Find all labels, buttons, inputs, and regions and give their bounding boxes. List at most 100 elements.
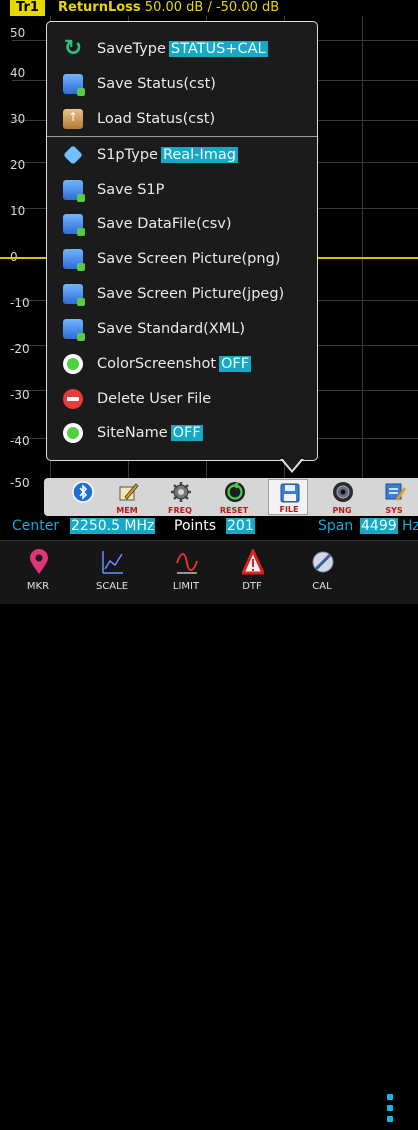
y-tick-label: -40: [10, 434, 30, 448]
scale-label: 50.00 dB / -50.00 dB: [144, 0, 280, 15]
points-label: Points: [174, 518, 217, 534]
nav-dtf-button[interactable]: DTF: [222, 545, 282, 601]
toolbar-label: PNG: [332, 506, 352, 515]
menu-item-sitename[interactable]: SiteName OFF: [47, 416, 317, 450]
menu-item-save-datafile[interactable]: Save DataFile(csv): [47, 207, 317, 241]
scale-icon: [102, 551, 123, 574]
menu-item-label: Save Screen Picture(png): [97, 251, 281, 267]
file-menu-popup: ↻ SaveTypeSTATUS+CAL Save Status(cst) Lo…: [46, 21, 318, 461]
sweep-info-bar: Center 2250.5 MHz Points 201 Span 4499 H…: [0, 516, 418, 538]
grid-line-v: [362, 16, 363, 494]
nav-label: CAL: [312, 581, 332, 592]
y-tick-label: 40: [10, 66, 26, 80]
span-unit: Hz: [402, 518, 418, 534]
menu-pointer-arrow-inner: [282, 458, 302, 470]
nav-limit-button[interactable]: LIMIT: [156, 545, 216, 601]
menu-item-load-status[interactable]: Load Status(cst): [47, 102, 317, 136]
warning-icon: [242, 549, 264, 575]
y-tick-label: 30: [10, 112, 26, 126]
toolbar-label: MEM: [116, 506, 138, 515]
menu-separator: [47, 136, 317, 137]
toolbar-png-button[interactable]: PNG: [322, 479, 362, 515]
menu-item-label: S1pType: [97, 147, 158, 163]
trace-title: ReturnLoss 50.00 dB / -50.00 dB: [58, 0, 279, 16]
pen-icon: [119, 483, 139, 501]
toolbar-sys-button[interactable]: SYS: [374, 479, 414, 515]
span-value[interactable]: 4499: [360, 518, 398, 534]
load-box-icon: [63, 109, 83, 129]
y-tick-label: 10: [10, 204, 26, 218]
sync-icon: ↻: [63, 36, 83, 61]
save-disk-icon: [63, 319, 85, 341]
trace-tag[interactable]: Tr1: [10, 0, 45, 16]
menu-item-label: Delete User File: [97, 391, 212, 407]
nav-cal-button[interactable]: CAL: [292, 545, 352, 601]
menu-item-delete-user-file[interactable]: Delete User File: [47, 382, 317, 416]
nav-label: SCALE: [95, 581, 129, 592]
save-disk-icon: [63, 249, 85, 271]
y-tick-label: -50: [10, 476, 30, 490]
toolbar-label: SYS: [385, 506, 403, 515]
bottom-navigation: MKR SCALE LIMIT DTF CAL: [0, 540, 418, 1122]
gear-icon: [171, 482, 191, 502]
cal-icon: [312, 551, 334, 573]
toolbar-label: RESET: [219, 506, 249, 515]
center-label: Center: [12, 518, 60, 534]
span-label: Span: [318, 518, 354, 534]
green-toggle-icon: [63, 423, 83, 443]
marker-pin-icon: [30, 549, 48, 574]
toolbar-mem-button[interactable]: MEM: [107, 479, 147, 515]
menu-item-save-png[interactable]: Save Screen Picture(png): [47, 242, 317, 276]
nav-mkr-button[interactable]: MKR: [8, 545, 68, 601]
nav-label: MKR: [26, 581, 50, 592]
save-disk-icon: [63, 284, 85, 306]
menu-item-label: Load Status(cst): [97, 111, 216, 127]
menu-item-label: Save Standard(XML): [97, 321, 246, 337]
center-value[interactable]: 2250.5 MHz: [70, 518, 156, 534]
y-tick-label: -10: [10, 296, 30, 310]
nav-label: DTF: [242, 581, 262, 592]
limit-icon: [176, 553, 198, 574]
y-tick-label: -30: [10, 388, 30, 402]
measurement-label: ReturnLoss: [58, 0, 141, 15]
menu-item-label: ColorScreenshot: [97, 356, 217, 372]
nav-label: LIMIT: [172, 581, 200, 592]
y-tick-label: -20: [10, 342, 30, 356]
menu-item-label: Save Status(cst): [97, 76, 216, 92]
menu-item-save-s1p[interactable]: Save S1P: [47, 173, 317, 207]
reset-icon: [225, 482, 245, 502]
menu-item-savetype[interactable]: ↻ SaveType STATUS+CAL: [47, 32, 317, 66]
menu-item-label: SiteName: [97, 425, 168, 441]
diamond-icon: [63, 145, 83, 165]
menu-item-label: Save DataFile(csv): [97, 216, 232, 232]
toolbar-freq-button[interactable]: FREQ: [160, 479, 200, 515]
menu-item-label: Save S1P: [97, 182, 165, 198]
toolbar-bluetooth-button[interactable]: [62, 479, 102, 515]
toolbar-reset-button[interactable]: RESET: [214, 479, 254, 515]
more-options-icon[interactable]: [387, 1094, 393, 1130]
save-disk-icon: [63, 180, 85, 202]
file-floppy-icon: [280, 483, 300, 503]
trace-title-bar: Tr1 ReturnLoss 50.00 dB / -50.00 dB: [0, 0, 418, 16]
menu-item-save-status[interactable]: Save Status(cst): [47, 67, 317, 101]
camera-icon: [333, 482, 353, 502]
menu-item-color-screenshot[interactable]: ColorScreenshot OFF: [47, 347, 317, 381]
menu-item-label: SaveType: [97, 41, 166, 57]
bluetooth-icon: [72, 481, 94, 503]
points-value[interactable]: 201: [226, 518, 255, 534]
menu-item-label: Save Screen Picture(jpeg): [97, 286, 285, 302]
y-tick-label: 50: [10, 26, 26, 40]
settings-icon: [385, 483, 406, 501]
menu-item-value: Real-Imag: [160, 147, 238, 163]
function-toolbar: MEM FREQ RESET FILE PNG SYS: [44, 478, 418, 516]
nav-scale-button[interactable]: SCALE: [82, 545, 142, 601]
menu-item-save-standard[interactable]: Save Standard(XML): [47, 312, 317, 346]
save-disk-icon: [63, 74, 85, 96]
menu-item-s1ptype[interactable]: S1pType Real-Imag: [47, 138, 317, 172]
menu-item-save-jpeg[interactable]: Save Screen Picture(jpeg): [47, 277, 317, 311]
menu-item-value: OFF: [170, 425, 203, 441]
save-disk-icon: [63, 214, 85, 236]
toolbar-label: FREQ: [168, 506, 192, 515]
green-toggle-icon: [63, 354, 83, 374]
toolbar-file-button[interactable]: FILE: [268, 479, 308, 515]
